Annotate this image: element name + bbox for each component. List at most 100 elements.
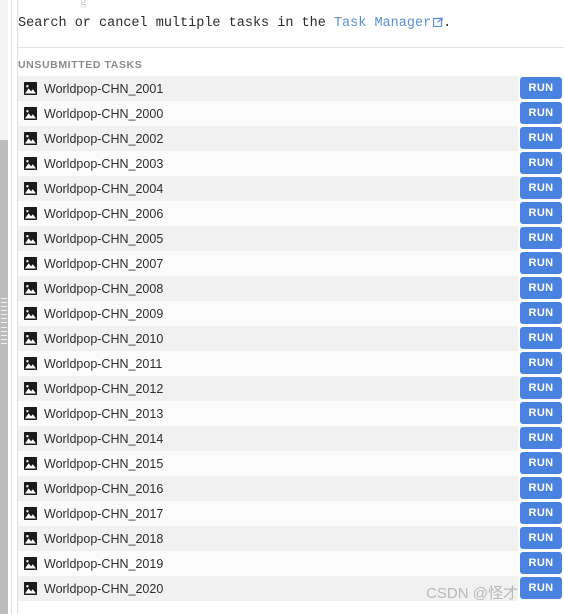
task-manager-link[interactable]: Task Manager: [334, 16, 431, 31]
run-button[interactable]: RUN: [520, 177, 562, 199]
image-thumbnail-icon: [24, 432, 37, 445]
task-row-body[interactable]: Worldpop-CHN_2006: [18, 201, 518, 226]
task-row-body[interactable]: Worldpop-CHN_2016: [18, 476, 518, 501]
task-row-body[interactable]: Worldpop-CHN_2019: [18, 551, 518, 576]
image-thumbnail-icon: [24, 582, 37, 595]
task-row[interactable]: Worldpop-CHN_2014 RUN: [18, 426, 564, 451]
run-button[interactable]: RUN: [520, 502, 562, 524]
task-row-body[interactable]: Worldpop-CHN_2012: [18, 376, 518, 401]
image-thumbnail-icon: [24, 457, 37, 470]
panel-resize-grip[interactable]: [1, 298, 7, 344]
image-thumbnail-icon: [24, 507, 37, 520]
task-name-label: Worldpop-CHN_2002: [44, 131, 164, 146]
task-row[interactable]: Worldpop-CHN_2012 RUN: [18, 376, 564, 401]
task-row[interactable]: Worldpop-CHN_2006 RUN: [18, 201, 564, 226]
task-row-body[interactable]: Worldpop-CHN_2018: [18, 526, 518, 551]
image-thumbnail-icon: [24, 257, 37, 270]
task-list: Worldpop-CHN_2001 RUN Worldpop-CHN_2000 RUN…: [18, 76, 564, 601]
image-thumbnail-icon: [24, 382, 37, 395]
run-button[interactable]: RUN: [520, 402, 562, 424]
task-row-body[interactable]: Worldpop-CHN_2020: [18, 576, 518, 601]
intro-text: Search or cancel multiple tasks in the T…: [18, 16, 564, 31]
task-row-body[interactable]: Worldpop-CHN_2014: [18, 426, 518, 451]
image-thumbnail-icon: [24, 107, 37, 120]
task-name-label: Worldpop-CHN_2008: [44, 281, 164, 296]
section-header-unsubmitted-tasks: UNSUBMITTED TASKS: [18, 59, 143, 71]
task-row[interactable]: Worldpop-CHN_2004 RUN: [18, 176, 564, 201]
section-divider: [18, 47, 564, 48]
task-row[interactable]: Worldpop-CHN_2020 RUN: [18, 576, 564, 601]
run-button[interactable]: RUN: [520, 202, 562, 224]
task-name-label: Worldpop-CHN_2006: [44, 206, 164, 221]
task-row[interactable]: Worldpop-CHN_2019 RUN: [18, 551, 564, 576]
task-name-label: Worldpop-CHN_2013: [44, 406, 164, 421]
image-thumbnail-icon: [24, 532, 37, 545]
image-thumbnail-icon: [24, 557, 37, 570]
run-button[interactable]: RUN: [520, 527, 562, 549]
task-name-label: Worldpop-CHN_2011: [44, 356, 163, 371]
run-button[interactable]: RUN: [520, 477, 562, 499]
task-row-body[interactable]: Worldpop-CHN_2001: [18, 76, 518, 101]
task-name-label: Worldpop-CHN_2014: [44, 431, 164, 446]
image-thumbnail-icon: [24, 232, 37, 245]
run-button[interactable]: RUN: [520, 377, 562, 399]
task-row-body[interactable]: Worldpop-CHN_2017: [18, 501, 518, 526]
task-name-label: Worldpop-CHN_2004: [44, 181, 164, 196]
run-button[interactable]: RUN: [520, 302, 562, 324]
run-button[interactable]: RUN: [520, 152, 562, 174]
task-manager-link-label: Task Manager: [333, 16, 432, 31]
run-button[interactable]: RUN: [520, 127, 562, 149]
task-name-label: Worldpop-CHN_2010: [44, 331, 164, 346]
task-row[interactable]: Worldpop-CHN_2018 RUN: [18, 526, 564, 551]
run-button[interactable]: RUN: [520, 102, 562, 124]
run-button[interactable]: RUN: [520, 327, 562, 349]
task-row[interactable]: Worldpop-CHN_2009 RUN: [18, 301, 564, 326]
task-row[interactable]: Worldpop-CHN_2010 RUN: [18, 326, 564, 351]
image-thumbnail-icon: [24, 482, 37, 495]
task-name-label: Worldpop-CHN_2019: [44, 556, 164, 571]
task-row-body[interactable]: Worldpop-CHN_2002: [18, 126, 518, 151]
task-row[interactable]: Worldpop-CHN_2017 RUN: [18, 501, 564, 526]
run-button[interactable]: RUN: [520, 577, 562, 599]
task-row-body[interactable]: Worldpop-CHN_2003: [18, 151, 518, 176]
run-button[interactable]: RUN: [520, 277, 562, 299]
run-button[interactable]: RUN: [520, 77, 562, 99]
task-row[interactable]: Worldpop-CHN_2011 RUN: [18, 351, 564, 376]
task-row-body[interactable]: Worldpop-CHN_2004: [18, 176, 518, 201]
task-row[interactable]: Worldpop-CHN_2016 RUN: [18, 476, 564, 501]
run-button[interactable]: RUN: [520, 227, 562, 249]
image-thumbnail-icon: [24, 307, 37, 320]
task-row[interactable]: Worldpop-CHN_2008 RUN: [18, 276, 564, 301]
run-button[interactable]: RUN: [520, 252, 562, 274]
task-name-label: Worldpop-CHN_2018: [44, 531, 164, 546]
task-row[interactable]: Worldpop-CHN_2000 RUN: [18, 101, 564, 126]
task-row[interactable]: Worldpop-CHN_2003 RUN: [18, 151, 564, 176]
task-row[interactable]: Worldpop-CHN_2002 RUN: [18, 126, 564, 151]
run-button[interactable]: RUN: [520, 352, 562, 374]
task-row-body[interactable]: Worldpop-CHN_2009: [18, 301, 518, 326]
task-name-label: Worldpop-CHN_2015: [44, 456, 164, 471]
external-link-icon[interactable]: [433, 17, 443, 27]
task-row[interactable]: Worldpop-CHN_2013 RUN: [18, 401, 564, 426]
panel-scrollbar-thumb[interactable]: [0, 140, 8, 614]
task-row-body[interactable]: Worldpop-CHN_2005: [18, 226, 518, 251]
task-row-body[interactable]: Worldpop-CHN_2015: [18, 451, 518, 476]
task-row[interactable]: Worldpop-CHN_2001 RUN: [18, 76, 564, 101]
image-thumbnail-icon: [24, 132, 37, 145]
task-row-body[interactable]: Worldpop-CHN_2010: [18, 326, 518, 351]
task-row[interactable]: Worldpop-CHN_2005 RUN: [18, 226, 564, 251]
task-name-label: Worldpop-CHN_2012: [44, 381, 164, 396]
task-row[interactable]: Worldpop-CHN_2007 RUN: [18, 251, 564, 276]
task-row-body[interactable]: Worldpop-CHN_2008: [18, 276, 518, 301]
task-row-body[interactable]: Worldpop-CHN_2007: [18, 251, 518, 276]
run-button[interactable]: RUN: [520, 427, 562, 449]
task-row-body[interactable]: Worldpop-CHN_2011: [18, 351, 518, 376]
image-thumbnail-icon: [24, 182, 37, 195]
run-button[interactable]: RUN: [520, 552, 562, 574]
run-button[interactable]: RUN: [520, 452, 562, 474]
task-row-body[interactable]: Worldpop-CHN_2000: [18, 101, 518, 126]
task-row[interactable]: Worldpop-CHN_2015 RUN: [18, 451, 564, 476]
task-name-label: Worldpop-CHN_2007: [44, 256, 164, 271]
task-row-body[interactable]: Worldpop-CHN_2013: [18, 401, 518, 426]
image-thumbnail-icon: [24, 282, 37, 295]
